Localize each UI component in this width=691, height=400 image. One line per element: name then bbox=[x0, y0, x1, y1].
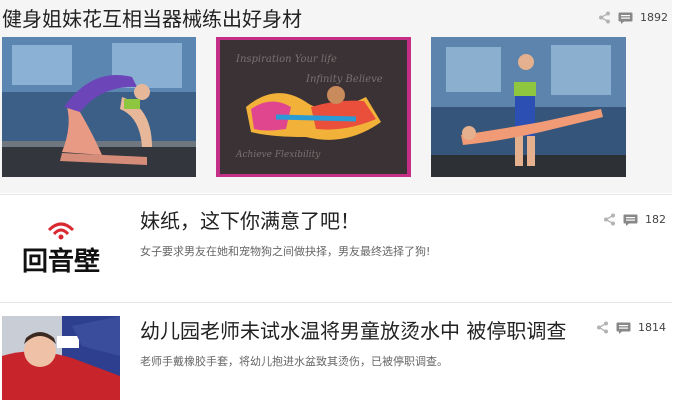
item-meta: 182 bbox=[603, 213, 666, 226]
comment-icon[interactable] bbox=[616, 322, 631, 334]
comment-icon[interactable] bbox=[623, 214, 638, 226]
item-meta: 1814 bbox=[596, 321, 666, 334]
item-title[interactable]: 健身姐妹花互相当器械练出好身材 bbox=[2, 6, 302, 32]
svg-text:Achieve Flexibility: Achieve Flexibility bbox=[235, 150, 321, 160]
svg-text:Inspiration Your life: Inspiration Your life bbox=[235, 54, 337, 65]
huiyinbi-logo-thumbnail[interactable]: 回音壁 bbox=[2, 208, 120, 288]
yoga-pose-doodle-background-photo[interactable]: Inspiration Your life Infinity Believe A… bbox=[216, 37, 411, 177]
gym-yoga-pose-photo[interactable] bbox=[2, 37, 196, 177]
share-icon[interactable] bbox=[598, 11, 611, 24]
item-meta: 1892 bbox=[598, 11, 668, 24]
feed-item-article[interactable]: 幼儿园老师未试水温将男童放烫水中 被停职调查 老师手戴橡胶手套，将幼儿抱进水盆致… bbox=[0, 306, 672, 400]
item-title[interactable]: 幼儿园老师未试水温将男童放烫水中 被停职调查 bbox=[140, 318, 566, 344]
item-summary: 女子要求男友在她和宠物狗之间做抉择，男友最终选择了狗! bbox=[140, 245, 431, 258]
comment-count[interactable]: 1892 bbox=[640, 11, 668, 24]
divider bbox=[0, 194, 672, 195]
comment-count[interactable]: 1814 bbox=[638, 321, 666, 334]
feed-item-article[interactable]: 回音壁 妹纸，这下你满意了吧！ 女子要求男友在她和宠物狗之间做抉择，男友最终选择… bbox=[0, 196, 672, 300]
gym-partner-stretch-photo[interactable] bbox=[431, 37, 626, 177]
share-icon[interactable] bbox=[603, 213, 616, 226]
item-summary: 老师手戴橡胶手套，将幼儿抱进水盆致其烫伤，已被停职调查。 bbox=[140, 355, 448, 368]
comment-icon[interactable] bbox=[618, 12, 633, 24]
divider bbox=[0, 302, 672, 303]
thumbnail-logo-text: 回音壁 bbox=[22, 246, 100, 277]
svg-text:Infinity Believe: Infinity Believe bbox=[305, 74, 383, 85]
comment-count[interactable]: 182 bbox=[645, 213, 666, 226]
share-icon[interactable] bbox=[596, 321, 609, 334]
injured-child-photo[interactable] bbox=[2, 316, 120, 400]
item-title[interactable]: 妹纸，这下你满意了吧！ bbox=[140, 208, 360, 234]
feed-item-gallery[interactable]: 健身姐妹花互相当器械练出好身材 1892 Inspiration Your li… bbox=[0, 0, 672, 193]
